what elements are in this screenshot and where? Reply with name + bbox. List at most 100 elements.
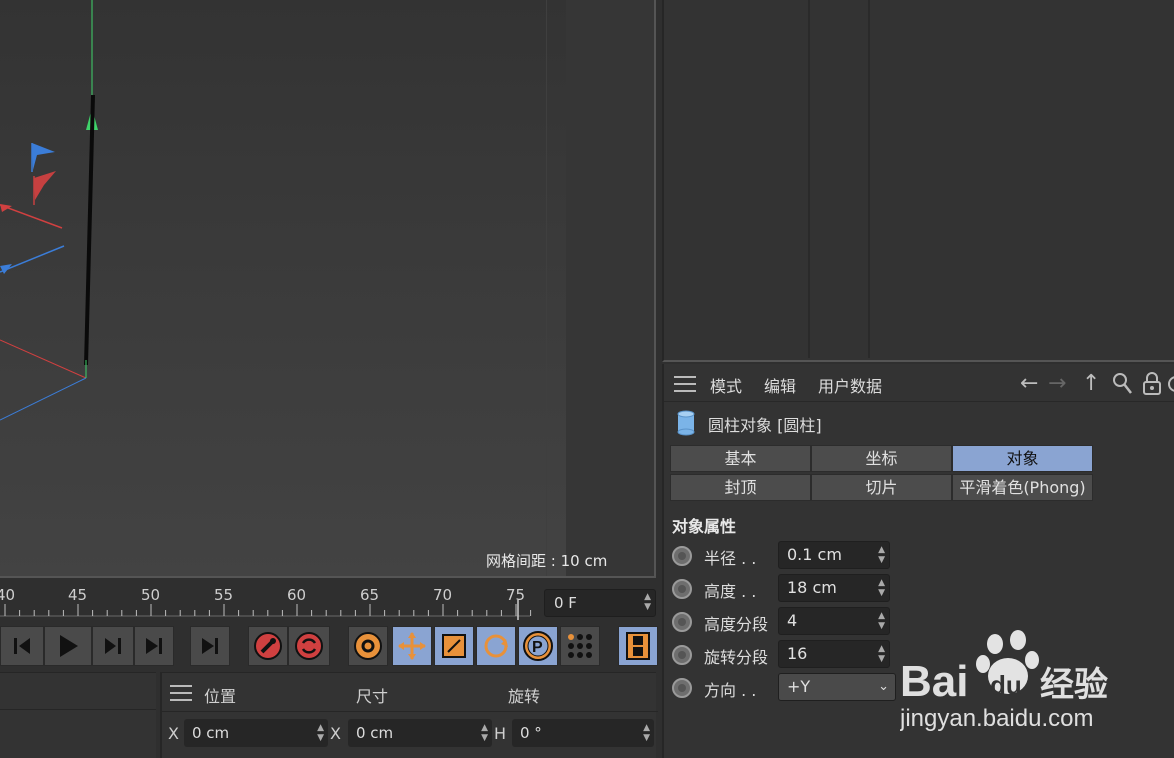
stepper-icon[interactable]: ▲ ▼ bbox=[878, 545, 885, 565]
keyframe-settings-icon bbox=[354, 632, 382, 660]
attribute-menu-bar: 模式 编辑 用户数据 ← → ↑ bbox=[664, 364, 1174, 402]
red-flag bbox=[34, 171, 56, 200]
height-field[interactable]: 18 cm ▲ ▼ bbox=[778, 574, 890, 602]
column-divider bbox=[808, 0, 810, 358]
animate-dot-icon[interactable] bbox=[672, 579, 692, 599]
prev-key-button[interactable] bbox=[0, 626, 44, 666]
keyframe-settings-button[interactable] bbox=[348, 626, 388, 666]
param-key-button[interactable]: P bbox=[518, 626, 558, 666]
orientation-select[interactable]: +Y ⌄ bbox=[778, 673, 896, 701]
tab-coord[interactable]: 坐标 bbox=[811, 445, 952, 472]
rotate-key-button[interactable] bbox=[476, 626, 516, 666]
size-x-value: 0 cm bbox=[356, 724, 394, 742]
stepper-icon[interactable]: ▲ ▼ bbox=[317, 723, 324, 743]
object-title: 圆柱对象 [圆柱] bbox=[708, 416, 822, 435]
record-icon bbox=[254, 632, 282, 660]
watermark-cn: 经验 bbox=[1040, 665, 1108, 705]
search-icon[interactable] bbox=[1112, 372, 1134, 396]
prop-label: 方向 . . bbox=[704, 681, 757, 700]
tick-label: 70 bbox=[433, 586, 453, 604]
tab-object[interactable]: 对象 bbox=[952, 445, 1093, 472]
end-frame-button[interactable] bbox=[190, 626, 230, 666]
animate-dot-icon[interactable] bbox=[672, 612, 692, 632]
red-light-line bbox=[0, 204, 63, 229]
go-end-icon bbox=[146, 638, 162, 654]
baidu-watermark: Bai du 经验 jingyan.baidu.com bbox=[899, 630, 1170, 740]
position-x-value: 0 cm bbox=[192, 724, 230, 742]
rotation-header: 旋转 bbox=[508, 687, 541, 706]
attribute-tabs-row1: 基本 坐标 对象 bbox=[670, 445, 1094, 473]
animate-dot-icon[interactable] bbox=[672, 645, 692, 665]
rotation-segments-value: 16 bbox=[787, 644, 808, 663]
stepper-icon[interactable]: ▲ ▼ bbox=[878, 644, 885, 664]
size-x-field[interactable]: 0 cm ▲ ▼ bbox=[348, 719, 492, 747]
autokey-button[interactable] bbox=[288, 626, 330, 666]
animate-dot-icon[interactable] bbox=[672, 546, 692, 566]
point-level-icon bbox=[568, 634, 592, 658]
stepper-icon[interactable]: ▲ ▼ bbox=[878, 578, 885, 598]
film-button[interactable] bbox=[618, 626, 658, 666]
watermark-url: jingyan.baidu.com bbox=[900, 705, 1093, 732]
rotation-segments-field[interactable]: 16 ▲ ▼ bbox=[778, 640, 890, 668]
timeline-ruler[interactable]: 40 45 50 55 60 65 70 75 bbox=[0, 580, 540, 622]
move-key-button[interactable] bbox=[392, 626, 432, 666]
stepper-icon[interactable]: ▲ ▼ bbox=[878, 611, 885, 631]
animate-dot-icon[interactable] bbox=[672, 678, 692, 698]
stepper-icon[interactable]: ▲ ▼ bbox=[643, 723, 650, 743]
radius-field[interactable]: 0.1 cm ▲ ▼ bbox=[778, 541, 890, 569]
attr-menu-icon[interactable] bbox=[674, 376, 696, 392]
x-axis-line bbox=[0, 339, 87, 379]
record-button[interactable] bbox=[248, 626, 288, 666]
point-level-button[interactable] bbox=[560, 626, 600, 666]
next-key-icon bbox=[105, 638, 121, 654]
current-frame-value: 0 F bbox=[554, 594, 577, 612]
cylinder-icon bbox=[677, 410, 695, 436]
prop-label: 高度分段 bbox=[704, 615, 769, 634]
menu-mode[interactable]: 模式 bbox=[710, 373, 742, 397]
coordinates-panel: 位置 尺寸 旋转 X 0 cm ▲ ▼ X 0 cm ▲ ▼ H 0 ° ▲ ▼ bbox=[160, 672, 658, 758]
object-manager[interactable] bbox=[662, 0, 1174, 362]
back-arrow-icon[interactable]: ← bbox=[1020, 371, 1038, 396]
blue-flag bbox=[32, 143, 55, 170]
watermark-brand: Bai bbox=[900, 657, 968, 706]
radius-value: 0.1 cm bbox=[787, 545, 842, 564]
viewport[interactable]: 网格间距 : 10 cm bbox=[0, 0, 656, 578]
prop-label: 高度 . . bbox=[704, 582, 757, 601]
prop-label: 旋转分段 bbox=[704, 648, 769, 667]
z-axis-line bbox=[0, 377, 87, 421]
forward-arrow-icon[interactable]: → bbox=[1048, 371, 1066, 396]
tick-label: 65 bbox=[360, 586, 380, 604]
prop-height: 高度 . . 18 cm ▲ ▼ bbox=[664, 574, 964, 604]
tab-basic[interactable]: 基本 bbox=[670, 445, 811, 472]
rotation-h-field[interactable]: 0 ° ▲ ▼ bbox=[512, 719, 654, 747]
tab-caps[interactable]: 封顶 bbox=[670, 474, 811, 501]
play-button[interactable] bbox=[44, 626, 92, 666]
prop-radius: 半径 . . 0.1 cm ▲ ▼ bbox=[664, 541, 964, 571]
current-frame-field[interactable]: 0 F ▲ ▼ bbox=[544, 589, 656, 617]
new-view-icon[interactable] bbox=[1168, 372, 1174, 396]
position-x-field[interactable]: 0 cm ▲ ▼ bbox=[184, 719, 328, 747]
column-divider bbox=[868, 0, 870, 358]
stepper-icon[interactable]: ▲ ▼ bbox=[481, 723, 488, 743]
next-key-button[interactable] bbox=[92, 626, 134, 666]
rotate-key-icon bbox=[484, 634, 508, 658]
tick-label: 45 bbox=[68, 586, 88, 604]
tab-slice[interactable]: 切片 bbox=[811, 474, 952, 501]
tab-phong[interactable]: 平滑着色(Phong) bbox=[952, 474, 1093, 501]
coord-menu-icon[interactable] bbox=[170, 685, 192, 701]
menu-edit[interactable]: 编辑 bbox=[764, 373, 796, 397]
transport-toolbar: P bbox=[0, 626, 660, 668]
axis-label: X bbox=[168, 724, 179, 743]
size-header: 尺寸 bbox=[356, 687, 389, 706]
scale-key-button[interactable] bbox=[434, 626, 474, 666]
blue-light-arrow bbox=[0, 264, 12, 274]
up-arrow-icon[interactable]: ↑ bbox=[1082, 371, 1100, 396]
prop-label: 半径 . . bbox=[704, 549, 757, 568]
height-segments-field[interactable]: 4 ▲ ▼ bbox=[778, 607, 890, 635]
menu-userdata[interactable]: 用户数据 bbox=[818, 373, 882, 397]
stepper-icon[interactable]: ▲ ▼ bbox=[644, 592, 651, 612]
go-end-button[interactable] bbox=[134, 626, 174, 666]
param-key-icon: P bbox=[523, 631, 553, 661]
tick-label: 55 bbox=[214, 586, 234, 604]
lock-icon[interactable] bbox=[1142, 372, 1162, 396]
